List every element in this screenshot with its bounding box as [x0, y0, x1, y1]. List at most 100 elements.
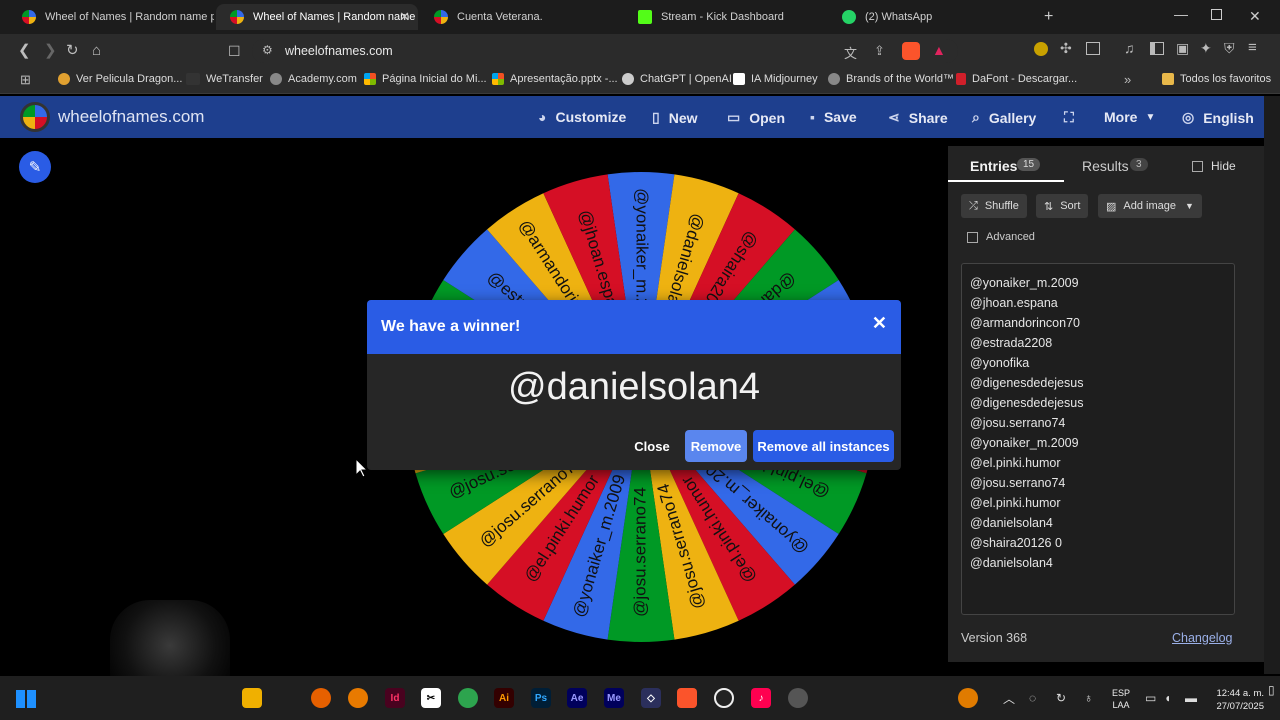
illustrator-icon[interactable]: Ai	[494, 688, 514, 708]
bookmark-item[interactable]: Academy.com	[270, 73, 357, 85]
shuffle-button[interactable]: ⤮ Shuffle	[961, 194, 1027, 218]
microphone-icon[interactable]: ♁	[1084, 691, 1093, 705]
new-tab-icon[interactable]: +	[1044, 8, 1053, 26]
tiktok-icon[interactable]: ♪	[751, 688, 771, 708]
microsoft-icon	[492, 73, 504, 85]
chatgpt-icon[interactable]	[788, 688, 808, 708]
bookmark-item[interactable]: Brands of the World™	[828, 73, 954, 85]
remove-all-instances-button[interactable]: Remove all instances	[753, 430, 894, 462]
tab-wheel-of-names-2[interactable]: Wheel of Names | Random name ✕	[216, 4, 418, 30]
address-bar[interactable]: ⚙ wheelofnames.com 文 ⇪ ▲	[252, 39, 958, 63]
input-language[interactable]: ESP LAA	[1112, 687, 1130, 711]
show-hidden-icons-icon[interactable]: ︿	[1003, 690, 1015, 707]
refresh-tray-icon[interactable]: ↻	[1056, 691, 1066, 705]
share-page-icon[interactable]: ⇪	[874, 43, 885, 59]
tab-whatsapp[interactable]: (2) WhatsApp	[828, 4, 1028, 30]
close-window-icon[interactable]: ✕	[1249, 8, 1261, 25]
all-bookmarks-folder[interactable]: Todos los favoritos	[1162, 73, 1271, 85]
new-button[interactable]: ▯ New	[652, 109, 698, 126]
sync-icon[interactable]: ◌	[1029, 691, 1036, 705]
advanced-checkbox[interactable]	[967, 231, 978, 243]
windows-start-icon[interactable]	[16, 690, 36, 708]
tab-kick-dashboard[interactable]: Stream - Kick Dashboard	[624, 4, 824, 30]
customize-button[interactable]: ◕ Customize	[538, 109, 626, 125]
tab-results[interactable]: Results 3	[1066, 146, 1166, 182]
site-info-icon[interactable]: ⚙	[262, 43, 273, 57]
reload-icon[interactable]: ↻	[66, 42, 79, 60]
battery-icon[interactable]: ▬	[1185, 691, 1197, 705]
close-button[interactable]: Close	[627, 430, 677, 462]
fullscreen-button[interactable]: ⛶	[1064, 109, 1083, 126]
page-scrollbar[interactable]	[1264, 96, 1280, 674]
photoshop-icon[interactable]: Ps	[531, 688, 551, 708]
menu-icon[interactable]: ≡	[1248, 39, 1257, 56]
add-image-button[interactable]: ▨ Add image ▼	[1098, 194, 1202, 218]
maps-icon[interactable]	[458, 688, 478, 708]
puzzle-extensions-icon[interactable]: ✣	[1060, 40, 1072, 57]
panel-icon[interactable]	[1150, 42, 1164, 55]
extension-icon[interactable]	[1034, 42, 1048, 56]
bookmark-item[interactable]: DaFont - Descargar...	[956, 73, 1077, 85]
sort-button[interactable]: ⇅ Sort	[1036, 194, 1089, 218]
tray-app-icon[interactable]	[958, 688, 978, 708]
entries-textarea[interactable]: @yonaiker_m.2009 @jhoan.espana @armandorin…	[961, 263, 1235, 615]
changelog-link[interactable]: Changelog	[1172, 631, 1232, 645]
bookmark-item[interactable]: Ver Pelicula Dragon...	[58, 73, 182, 85]
share-button[interactable]: ⋖ Share	[888, 109, 948, 126]
obs-icon[interactable]	[714, 688, 734, 708]
apps-grid-icon[interactable]: ⊞	[20, 72, 31, 88]
bookmark-icon[interactable]: ☐	[228, 42, 241, 60]
more-button[interactable]: More ▼	[1104, 109, 1155, 125]
brave-shields-icon[interactable]	[902, 42, 920, 60]
capcut-icon[interactable]: ✂	[421, 688, 441, 708]
leo-ai-icon[interactable]: ✦	[1200, 40, 1212, 57]
hide-toggle[interactable]: Hide	[1192, 159, 1236, 173]
bookmark-item[interactable]: Página Inicial do Mi...	[364, 73, 487, 85]
file-explorer-icon[interactable]	[242, 688, 262, 708]
bookmark-item[interactable]: ChatGPT | OpenAI	[622, 73, 732, 85]
webcam-overlay	[110, 600, 230, 676]
brave-icon[interactable]	[677, 688, 697, 708]
fl-studio-icon[interactable]	[348, 688, 368, 708]
hide-checkbox[interactable]	[1192, 160, 1203, 172]
volume-icon[interactable]: ◖	[1164, 691, 1171, 705]
close-tab-icon[interactable]: ✕	[399, 9, 410, 25]
vpn-icon[interactable]: ⛨	[1224, 40, 1235, 57]
brave-rewards-icon[interactable]: ▲	[932, 42, 946, 58]
sidebar-toggle-icon[interactable]	[1086, 42, 1100, 55]
gallery-button[interactable]: ⌕ Gallery	[972, 109, 1036, 126]
language-button[interactable]: ◎ English	[1182, 109, 1254, 126]
open-button[interactable]: ▭ Open	[727, 109, 785, 126]
remove-button[interactable]: Remove	[685, 430, 747, 462]
more-bookmarks-icon[interactable]: »	[1124, 72, 1131, 87]
media-icon[interactable]: ♫	[1124, 40, 1135, 56]
forward-icon[interactable]: ❯	[44, 42, 57, 60]
bookmark-item[interactable]: IA Midjourney	[733, 73, 818, 85]
bookmark-item[interactable]: WeTransfer	[186, 73, 263, 85]
media-encoder-icon[interactable]: Me	[604, 688, 624, 708]
tab-entries[interactable]: Entries 15	[948, 146, 1064, 182]
notifications-icon[interactable]: ▯	[1268, 683, 1275, 697]
close-dialog-icon[interactable]: ✕	[872, 313, 887, 334]
site-logo-text[interactable]: wheelofnames.com	[58, 107, 204, 127]
back-icon[interactable]: ❮	[18, 42, 31, 60]
tab-wheel-of-names-1[interactable]: Wheel of Names | Random name pic	[8, 4, 214, 30]
edit-wheel-button[interactable]: ✎	[19, 151, 51, 183]
tab-cuenta-veterana[interactable]: Cuenta Veterana.	[420, 4, 620, 30]
translate-icon[interactable]: 文	[844, 43, 857, 62]
after-effects-icon[interactable]: Ae	[567, 688, 587, 708]
home-icon[interactable]: ⌂	[92, 42, 101, 60]
vscode-icon[interactable]: ◇	[641, 688, 661, 708]
bookmark-item[interactable]: Apresentação.pptx -...	[492, 73, 618, 85]
save-button[interactable]: ▪ Save	[810, 109, 857, 125]
indesign-icon[interactable]: Id	[385, 688, 405, 708]
clock[interactable]: 12:44 a. m. 27/07/2025	[1208, 687, 1264, 713]
wallet-icon[interactable]: ▣	[1176, 40, 1189, 57]
maximize-icon[interactable]	[1211, 9, 1222, 20]
new-label: New	[668, 109, 698, 126]
wheel-logo-icon[interactable]	[20, 102, 50, 132]
minimize-icon[interactable]: —	[1174, 6, 1188, 22]
network-icon[interactable]: ▭	[1145, 691, 1156, 705]
firefox-icon[interactable]	[311, 688, 331, 708]
advanced-toggle[interactable]: Advanced	[967, 231, 1035, 243]
